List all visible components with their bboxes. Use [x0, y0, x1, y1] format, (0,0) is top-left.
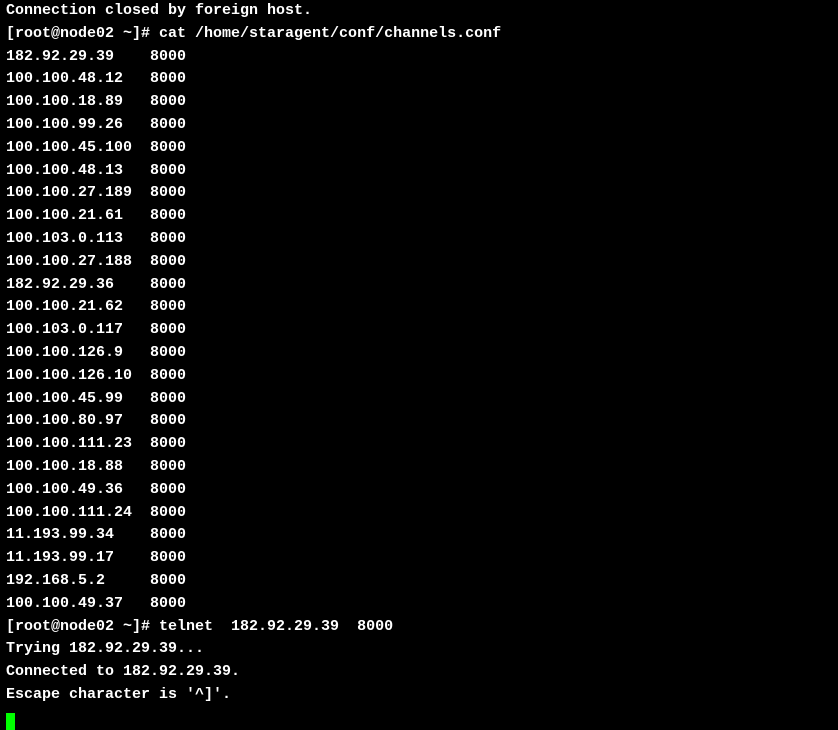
channel-row: 100.100.111.23 8000 [6, 433, 832, 456]
channel-row: 192.168.5.2 8000 [6, 570, 832, 593]
channel-row: 100.100.45.99 8000 [6, 388, 832, 411]
channel-row: 100.100.111.24 8000 [6, 502, 832, 525]
prompt: [root@node02 ~]# [6, 25, 159, 42]
channel-row: 182.92.29.39 8000 [6, 46, 832, 69]
channel-row: 100.100.45.100 8000 [6, 137, 832, 160]
channel-row: 100.100.49.37 8000 [6, 593, 832, 616]
channel-row: 100.100.21.61 8000 [6, 205, 832, 228]
channel-row: 11.193.99.34 8000 [6, 524, 832, 547]
channel-row: 100.100.27.188 8000 [6, 251, 832, 274]
channel-row: 100.100.48.12 8000 [6, 68, 832, 91]
closed-line: Connection closed by foreign host. [6, 0, 832, 23]
prompt-line-telnet: [root@node02 ~]# telnet 182.92.29.39 800… [6, 616, 832, 639]
telnet-trying: Trying 182.92.29.39... [6, 638, 832, 661]
channel-row: 100.100.80.97 8000 [6, 410, 832, 433]
cursor-icon [6, 713, 15, 730]
channel-row: 100.100.126.9 8000 [6, 342, 832, 365]
channel-row: 100.100.126.10 8000 [6, 365, 832, 388]
prompt-line-cat: [root@node02 ~]# cat /home/staragent/con… [6, 23, 832, 46]
channel-row: 100.103.0.117 8000 [6, 319, 832, 342]
channel-row: 100.100.18.88 8000 [6, 456, 832, 479]
channel-row: 100.100.18.89 8000 [6, 91, 832, 114]
telnet-connected: Connected to 182.92.29.39. [6, 661, 832, 684]
cursor-line[interactable] [6, 707, 832, 730]
channel-row: 100.100.49.36 8000 [6, 479, 832, 502]
channel-row: 100.100.21.62 8000 [6, 296, 832, 319]
terminal-output[interactable]: Connection closed by foreign host. [root… [0, 0, 838, 730]
telnet-escape: Escape character is '^]'. [6, 684, 832, 707]
channel-row: 100.100.27.189 8000 [6, 182, 832, 205]
channel-row: 100.100.99.26 8000 [6, 114, 832, 137]
command-telnet: telnet 182.92.29.39 8000 [159, 618, 393, 635]
command-cat: cat /home/staragent/conf/channels.conf [159, 25, 501, 42]
channel-row: 100.100.48.13 8000 [6, 160, 832, 183]
channel-row: 100.103.0.113 8000 [6, 228, 832, 251]
prompt: [root@node02 ~]# [6, 618, 159, 635]
channel-row: 182.92.29.36 8000 [6, 274, 832, 297]
channel-row: 11.193.99.17 8000 [6, 547, 832, 570]
